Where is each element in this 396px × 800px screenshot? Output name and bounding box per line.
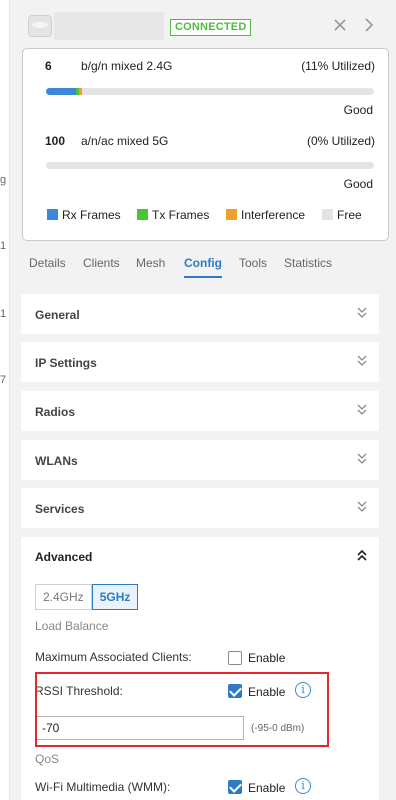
max-clients-label: Maximum Associated Clients:: [35, 650, 192, 664]
legend-rx: Rx Frames: [47, 208, 121, 222]
edge-text: 7: [0, 374, 7, 386]
interference-swatch: [226, 209, 237, 220]
double-chevron-down-icon[interactable]: [355, 354, 369, 368]
section-wlans[interactable]: WLANs: [21, 440, 379, 480]
background-page-edge: g 1 1 7: [0, 0, 10, 800]
section-title[interactable]: Advanced: [35, 550, 92, 564]
double-chevron-up-icon[interactable]: [355, 548, 369, 562]
info-icon[interactable]: i: [295, 778, 311, 794]
radio-utilization-card: 6 b/g/n mixed 2.4G (11% Utilized) Good 1…: [22, 48, 389, 241]
highlight-annotation: [35, 672, 329, 747]
tab-tools[interactable]: Tools: [239, 256, 267, 278]
chevron-right-icon[interactable]: [361, 17, 377, 33]
qos-heading: QoS: [35, 752, 60, 766]
quality-text: Good: [343, 177, 373, 191]
legend-tx: Tx Frames: [137, 208, 209, 222]
legend-label: Interference: [241, 208, 306, 222]
band-2g-button[interactable]: 2.4GHz: [35, 584, 92, 610]
rx-frames-segment: [46, 88, 76, 95]
section-title: Services: [35, 502, 85, 516]
radio-mode: a/n/ac mixed 5G: [81, 134, 169, 148]
band-5g-button[interactable]: 5GHz: [91, 584, 139, 610]
tab-clients[interactable]: Clients: [83, 256, 120, 278]
radio-row-5g: 100 a/n/ac mixed 5G (0% Utilized): [45, 134, 375, 148]
section-title: WLANs: [35, 454, 78, 468]
wmm-label: Wi-Fi Multimedia (WMM):: [35, 780, 171, 794]
wmm-enable-label: Enable: [248, 781, 286, 795]
wmm-enable-checkbox[interactable]: [228, 780, 242, 794]
radio-row-2g: 6 b/g/n mixed 2.4G (11% Utilized): [45, 59, 375, 73]
section-services[interactable]: Services: [21, 488, 379, 528]
double-chevron-down-icon[interactable]: [355, 306, 369, 320]
channel-value: 100: [45, 134, 66, 148]
radio-mode: b/g/n mixed 2.4G: [81, 59, 173, 73]
legend-label: Rx Frames: [62, 208, 121, 222]
tx-swatch: [137, 209, 148, 220]
section-radios[interactable]: Radios: [21, 391, 379, 431]
close-icon[interactable]: [332, 17, 348, 33]
utilization-legend: Rx Frames Tx Frames Interference Free: [47, 208, 387, 222]
interference-segment: [78, 88, 83, 95]
section-title: Radios: [35, 405, 76, 419]
device-detail-panel: CONNECTED 6 b/g/n mixed 2.4G (11% Utiliz…: [10, 0, 396, 800]
section-advanced: Advanced 2.4GHz 5GHz Load Balance Maximu…: [21, 537, 379, 800]
tab-mesh[interactable]: Mesh: [136, 256, 165, 278]
section-general[interactable]: General: [21, 294, 379, 334]
rx-swatch: [47, 209, 58, 220]
device-name-redacted: [54, 12, 164, 40]
load-balance-heading: Load Balance: [35, 619, 109, 633]
tab-config[interactable]: Config: [184, 256, 222, 278]
legend-interference: Interference: [226, 208, 305, 222]
section-ip-settings[interactable]: IP Settings: [21, 342, 379, 382]
band-toggle: 2.4GHz 5GHz: [35, 584, 139, 610]
edge-text: 1: [0, 240, 7, 252]
utilization-bar-2g: [46, 88, 374, 95]
max-clients-enable-label: Enable: [248, 651, 286, 665]
utilization-text: (11% Utilized): [301, 59, 375, 73]
legend-label: Free: [337, 208, 362, 222]
legend-free: Free: [322, 208, 362, 222]
edge-text: 1: [0, 308, 7, 320]
status-badge: CONNECTED: [170, 19, 252, 36]
edge-text: g: [0, 174, 7, 186]
quality-text: Good: [343, 103, 373, 117]
utilization-text: (0% Utilized): [306, 134, 375, 148]
tab-details[interactable]: Details: [29, 256, 66, 278]
panel-header: CONNECTED: [10, 0, 396, 50]
utilization-bar-5g: [46, 162, 374, 169]
max-clients-checkbox[interactable]: [228, 651, 242, 665]
double-chevron-down-icon[interactable]: [355, 403, 369, 417]
double-chevron-down-icon[interactable]: [355, 452, 369, 466]
legend-label: Tx Frames: [152, 208, 210, 222]
section-title: IP Settings: [35, 356, 97, 370]
tab-statistics[interactable]: Statistics: [284, 256, 332, 278]
section-title: General: [35, 308, 80, 322]
double-chevron-down-icon[interactable]: [355, 500, 369, 514]
channel-value: 6: [45, 59, 52, 73]
access-point-icon: [28, 15, 52, 37]
free-swatch: [322, 209, 333, 220]
